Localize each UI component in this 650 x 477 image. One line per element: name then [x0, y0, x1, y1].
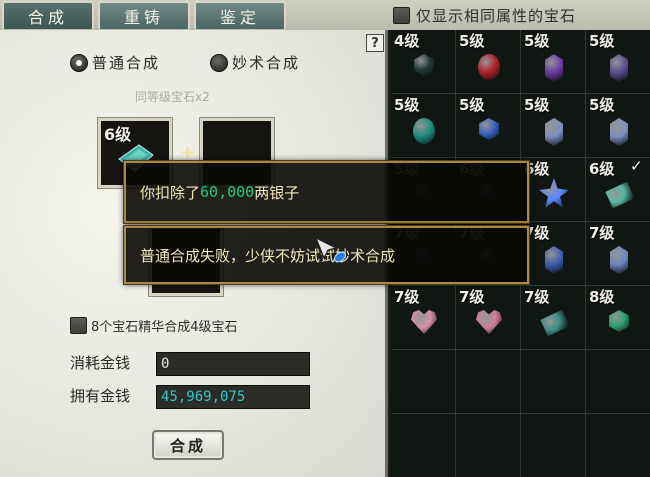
tab-bar: 合成 重铸 鉴定 [2, 1, 286, 29]
mode-selector: 普通合成 妙术合成 [70, 52, 300, 73]
gem-cell[interactable] [391, 414, 456, 477]
purple-gem-icon [610, 54, 628, 82]
gem-cell[interactable] [586, 414, 650, 477]
gem-cell[interactable]: 5级 [456, 30, 521, 94]
gem-cell[interactable]: 5级 [521, 94, 586, 158]
radio-normal-icon[interactable] [70, 53, 88, 72]
gem-cell[interactable] [456, 350, 521, 414]
gem-cell[interactable]: 7级 [586, 222, 650, 286]
gem-level: 8级 [589, 288, 615, 306]
essence-label: 8个宝石精华合成4级宝石 [91, 320, 238, 335]
teal-crystal-gem-icon [540, 309, 570, 337]
tab-recast[interactable]: 重铸 [98, 1, 190, 29]
gem-level: 7级 [459, 288, 485, 306]
dark-teal-gem-icon [414, 54, 434, 76]
essence-option[interactable]: 8个宝石精华合成4级宝石 [70, 316, 238, 335]
tab-appraise[interactable]: 鉴定 [194, 1, 286, 29]
gem-cell[interactable]: 5级 [586, 94, 650, 158]
deduct-suffix: 两银子 [254, 183, 300, 202]
gem-level: 5级 [589, 96, 615, 114]
filter-label: 仅显示相同属性的宝石 [416, 7, 577, 25]
blue-gem-icon [545, 246, 563, 274]
gem-cell[interactable]: 7级 [391, 286, 456, 350]
mode-normal[interactable]: 普通合成 [70, 52, 160, 73]
gem-cell[interactable]: 5级 [521, 30, 586, 94]
requirement-hint: 同等级宝石x2 [135, 90, 210, 104]
gem-synthesis-window: 合成 重铸 鉴定 仅显示相同属性的宝石 ? 普通合成 妙术合成 同等级宝石x2 … [0, 0, 650, 477]
gem-cell[interactable]: 5级 [586, 30, 650, 94]
cost-value: 0 [156, 352, 310, 376]
gem-level: 7级 [589, 224, 615, 242]
selected-checkmark-icon: ✓ [630, 157, 643, 175]
gem-level: 7级 [524, 288, 550, 306]
gem-cell[interactable]: 6级 ✓ [586, 157, 650, 222]
green-gem-icon [609, 310, 629, 332]
gem-level: 6级 [589, 160, 615, 178]
gem-cell[interactable] [521, 414, 586, 477]
steel-blue-gem-icon [610, 118, 628, 146]
blue-gem-icon [479, 118, 499, 140]
cyan-gem-icon [605, 181, 635, 209]
pink-gem-icon [476, 310, 502, 334]
plus-sign: + [180, 142, 196, 163]
red-gem-icon [478, 54, 500, 80]
gem-cell[interactable]: 7级 [521, 222, 586, 286]
top-bar: 合成 重铸 鉴定 仅显示相同属性的宝石 [0, 0, 650, 30]
gem-level: 5级 [524, 32, 550, 50]
radio-magic-icon[interactable] [210, 53, 229, 72]
gem-level: 5级 [394, 96, 420, 114]
gem-level: 5级 [524, 96, 550, 114]
mode-magic[interactable]: 妙术合成 [210, 52, 300, 73]
mode-normal-label: 普通合成 [92, 54, 161, 72]
filter-checkbox[interactable] [393, 7, 410, 24]
deduct-amount: 60,000 [200, 183, 255, 201]
gem-level: 7级 [394, 288, 420, 306]
gem-cell[interactable] [586, 350, 650, 414]
cost-label: 消耗金钱 [70, 354, 131, 372]
gem-cell[interactable]: 5级 [391, 94, 456, 158]
mode-magic-label: 妙术合成 [232, 54, 301, 72]
gem-cell[interactable] [521, 350, 586, 414]
steel-blue-gem-icon [545, 118, 563, 146]
owned-value: 45,969,075 [156, 385, 310, 409]
help-button[interactable]: ? [366, 34, 384, 52]
steel-blue-gem-icon [610, 246, 628, 274]
gem-cell[interactable] [456, 414, 521, 477]
owned-label: 拥有金钱 [70, 387, 131, 405]
gem-cell[interactable]: 7级 [456, 286, 521, 350]
synthesize-button[interactable]: 合成 [152, 430, 224, 460]
gem-cell[interactable]: 5级 [456, 94, 521, 158]
pink-gem-icon [411, 310, 437, 334]
fail-text: 普通合成失败，少侠不妨试试妙术合成 [140, 246, 396, 265]
tab-synthesize[interactable]: 合成 [2, 1, 94, 29]
gem-cell[interactable]: 8级 [586, 286, 650, 350]
gem-cell[interactable]: 6级 [521, 158, 586, 222]
deduct-message: 你扣除了 60,000 两银子 [124, 161, 529, 223]
sapphire-gem-icon [539, 178, 569, 208]
gem-cell[interactable]: 4级 [391, 30, 456, 94]
essence-checkbox[interactable] [70, 317, 87, 334]
same-attribute-filter[interactable]: 仅显示相同属性的宝石 [393, 5, 576, 26]
gem-level: 5级 [589, 32, 615, 50]
pointer-cursor-icon [314, 236, 346, 263]
purple-gem-icon [545, 54, 563, 82]
teal-gem-icon [413, 118, 435, 144]
gem-cell[interactable]: 7级 [521, 286, 586, 350]
gem-level: 5级 [459, 96, 485, 114]
gem-level: 4级 [394, 32, 420, 50]
gem-level: 5级 [459, 32, 485, 50]
gem-cell[interactable] [391, 350, 456, 414]
deduct-prefix: 你扣除了 [140, 183, 201, 202]
